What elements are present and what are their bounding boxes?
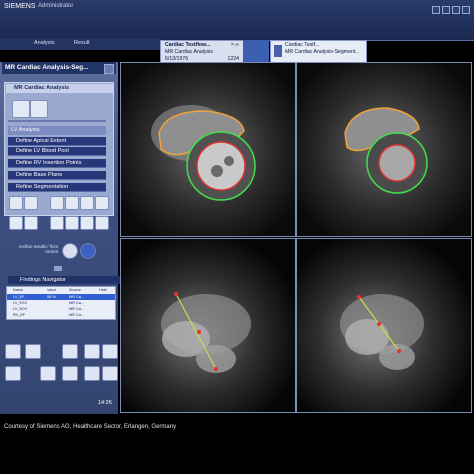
- row-source: MR Ca...: [69, 307, 84, 311]
- landmark-point: [397, 349, 401, 353]
- minimize-icon[interactable]: [442, 6, 450, 14]
- patient-study: MR Cardiac Analysis: [165, 49, 213, 55]
- landmark-point: [214, 367, 218, 371]
- chevron-down-icon[interactable]: [54, 266, 62, 271]
- findings-table[interactable]: Name Value Source Hide LV_EF 55 % MR Ca.…: [6, 286, 116, 320]
- col-source: Source: [69, 288, 82, 292]
- zoom-tool-icon[interactable]: [62, 344, 78, 359]
- frame-tool-icon[interactable]: [84, 366, 100, 381]
- landmark-point: [377, 322, 381, 326]
- brand-logo: SIEMENS: [4, 3, 36, 10]
- analysis-title: MR Cardiac Analysis: [6, 84, 114, 93]
- patient-name: Cardiac Testflow...: [165, 42, 211, 48]
- endocardial-contour: [378, 144, 416, 182]
- col-name: Name: [13, 288, 24, 292]
- long-axis-image: [297, 239, 471, 412]
- row-name: LV_EDV: [13, 307, 28, 311]
- copy-contour-icon[interactable]: [9, 216, 23, 230]
- analysis-icon-2[interactable]: [30, 100, 48, 118]
- clock: 14:26: [98, 400, 112, 406]
- divider: [8, 120, 106, 122]
- delete-contour-icon[interactable]: [24, 216, 38, 230]
- lv-analysis-header: LV Analysis: [8, 126, 106, 135]
- toolbar-icons[interactable]: [243, 40, 269, 62]
- endocardial-contour: [196, 141, 246, 191]
- viewport-4[interactable]: [296, 238, 472, 413]
- findings-header: Name Value Source Hide: [7, 287, 115, 293]
- user-name: Administrator: [38, 3, 74, 9]
- short-axis-image: [121, 63, 295, 236]
- pin-icon[interactable]: [108, 84, 113, 90]
- contour-tool-icon[interactable]: [9, 196, 23, 210]
- patient-close-icon[interactable]: × ∞: [231, 42, 239, 48]
- grid-tool-icon[interactable]: [5, 366, 21, 381]
- help-icon[interactable]: [432, 6, 440, 14]
- close-icon[interactable]: [462, 6, 470, 14]
- move-icon[interactable]: [80, 216, 94, 230]
- col-hide: Hide: [99, 288, 107, 292]
- confirm-button[interactable]: [80, 243, 96, 259]
- link-tool-icon[interactable]: [5, 344, 21, 359]
- filter-tool-icon[interactable]: [62, 366, 78, 381]
- findings-navigator-title: Findings Navigator: [8, 276, 124, 284]
- series-icon: [274, 45, 282, 57]
- eraser-tool-icon[interactable]: [80, 196, 94, 210]
- menu-define-apical-extent[interactable]: Define Apical Extent: [8, 137, 106, 146]
- redo-icon[interactable]: [102, 344, 118, 359]
- menu-define-rv-insertion[interactable]: Define RV Insertion Points: [8, 159, 106, 168]
- row-source: MR Ca...: [69, 295, 84, 299]
- nudge-tool-icon[interactable]: [95, 196, 109, 210]
- study-card[interactable]: Cardiac Testf... MR Cardiac Analysis-Seg…: [270, 40, 367, 64]
- table-row[interactable]: RV_EF MR Ca...: [7, 312, 115, 318]
- analysis-icon-1[interactable]: [12, 100, 30, 118]
- study-patient: Cardiac Testf...: [285, 42, 320, 48]
- col-value: Value: [47, 288, 57, 292]
- row-name: LV_ESV: [13, 301, 28, 305]
- tab-analysis[interactable]: Analysis: [34, 40, 54, 46]
- brush-tool-icon[interactable]: [65, 196, 79, 210]
- pen-tool-icon[interactable]: [50, 196, 64, 210]
- patient-card[interactable]: Cardiac Testflow... MR Cardiac Analysis …: [160, 40, 244, 64]
- tag-icon[interactable]: [95, 216, 109, 230]
- viewport-3[interactable]: [120, 238, 296, 413]
- archive-label: Archive results / from current: [18, 244, 58, 254]
- settings-icon[interactable]: [452, 6, 460, 14]
- propagate-icon[interactable]: [50, 216, 64, 230]
- menu-refine-segmentation[interactable]: Refine Segmentation: [8, 183, 106, 192]
- row-source: MR Ca...: [69, 313, 84, 317]
- footer-credit: Courtesy of Siemens AG, Healthcare Secto…: [4, 424, 177, 430]
- long-axis-image: [121, 239, 295, 412]
- landmark-point: [197, 330, 201, 334]
- export-tool-icon[interactable]: [102, 366, 118, 381]
- save-button[interactable]: [62, 243, 78, 259]
- menu-define-base-plane[interactable]: Define Base Plane: [8, 171, 106, 180]
- row-value: 55 %: [47, 295, 56, 299]
- link-icon[interactable]: [65, 216, 79, 230]
- panel-title: MR Cardiac Analysis-Seg...: [2, 62, 116, 74]
- lasso-tool-icon[interactable]: [24, 196, 38, 210]
- panel-close-icon[interactable]: [104, 64, 114, 74]
- layout-tool-icon[interactable]: [25, 344, 41, 359]
- viewport-1[interactable]: [120, 62, 296, 237]
- undo-icon[interactable]: [84, 344, 100, 359]
- row-source: MR Ca...: [69, 301, 84, 305]
- short-axis-image: [297, 63, 471, 236]
- landmark-point: [357, 295, 361, 299]
- row-name: RV_EF: [13, 313, 26, 317]
- landmark-point: [174, 292, 178, 296]
- tab-result[interactable]: Result: [74, 40, 90, 46]
- viewport-2[interactable]: [296, 62, 472, 237]
- menu-define-lv-blood-pool[interactable]: Define LV Blood Pool: [8, 147, 106, 156]
- row-name: LV_EF: [13, 295, 25, 299]
- study-name: MR Cardiac Analysis-Segment...: [285, 49, 360, 55]
- cine-tool-icon[interactable]: [40, 366, 56, 381]
